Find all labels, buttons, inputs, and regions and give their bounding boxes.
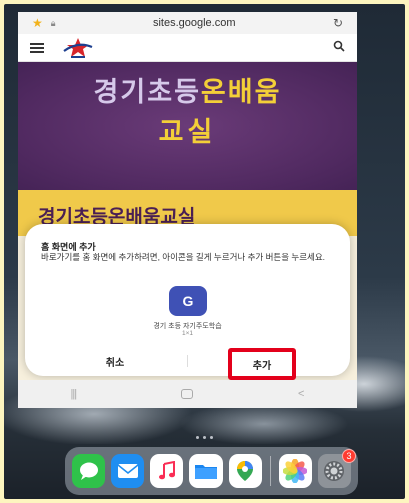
banner-title-line2: 교실 [158, 117, 217, 147]
dock-separator [269, 456, 271, 486]
files-icon[interactable] [189, 454, 223, 488]
android-nav-bar: ||| < [18, 380, 357, 408]
add-to-home-dialog: 홈 화면에 추가 바로가기를 홈 화면에 추가하려면, 아이콘을 길게 누르거나… [25, 224, 350, 380]
site-logo[interactable] [58, 37, 98, 59]
add-button[interactable]: 추가 [228, 348, 296, 380]
maps-icon[interactable] [228, 454, 262, 488]
back-button[interactable]: < [298, 388, 304, 400]
shortcut-size: 1×1 [181, 330, 194, 337]
mail-icon[interactable] [111, 454, 145, 488]
reload-icon[interactable]: ↻ [333, 16, 343, 30]
ipad-screen: ★ 🔒︎ sites.google.com ↻ 경기초등온배움 교실 경기초등온… [4, 4, 405, 499]
shortcut-app-icon[interactable]: G [169, 286, 207, 316]
photos-icon[interactable] [278, 454, 312, 488]
site-banner: 경기초등온배움 교실 [18, 62, 357, 190]
button-divider [187, 355, 188, 367]
messages-icon[interactable] [72, 454, 106, 488]
music-icon[interactable] [150, 454, 184, 488]
settings-icon[interactable]: 3 [317, 449, 356, 488]
banner-title-line1: 경기초등온배움 [93, 77, 282, 107]
dock: 3 [65, 447, 358, 495]
bookmark-star-icon[interactable]: ★ [32, 16, 43, 30]
notification-badge: 3 [341, 449, 356, 463]
page-indicator [4, 431, 405, 441]
browser-address-bar[interactable]: ★ 🔒︎ sites.google.com ↻ [18, 12, 357, 34]
dialog-description: 바로가기를 홈 화면에 추가하려면, 아이콘을 길게 누르거나 추가 버튼을 누… [41, 252, 326, 262]
android-app-window: ★ 🔒︎ sites.google.com ↻ 경기초등온배움 교실 경기초등온… [18, 12, 357, 408]
url-text[interactable]: sites.google.com [56, 17, 333, 29]
menu-icon[interactable] [30, 42, 44, 53]
search-icon[interactable] [333, 39, 345, 57]
recent-apps-button[interactable]: ||| [70, 388, 77, 400]
cancel-button[interactable]: 취소 [75, 350, 155, 372]
home-button[interactable] [181, 389, 194, 399]
site-header [18, 34, 357, 62]
